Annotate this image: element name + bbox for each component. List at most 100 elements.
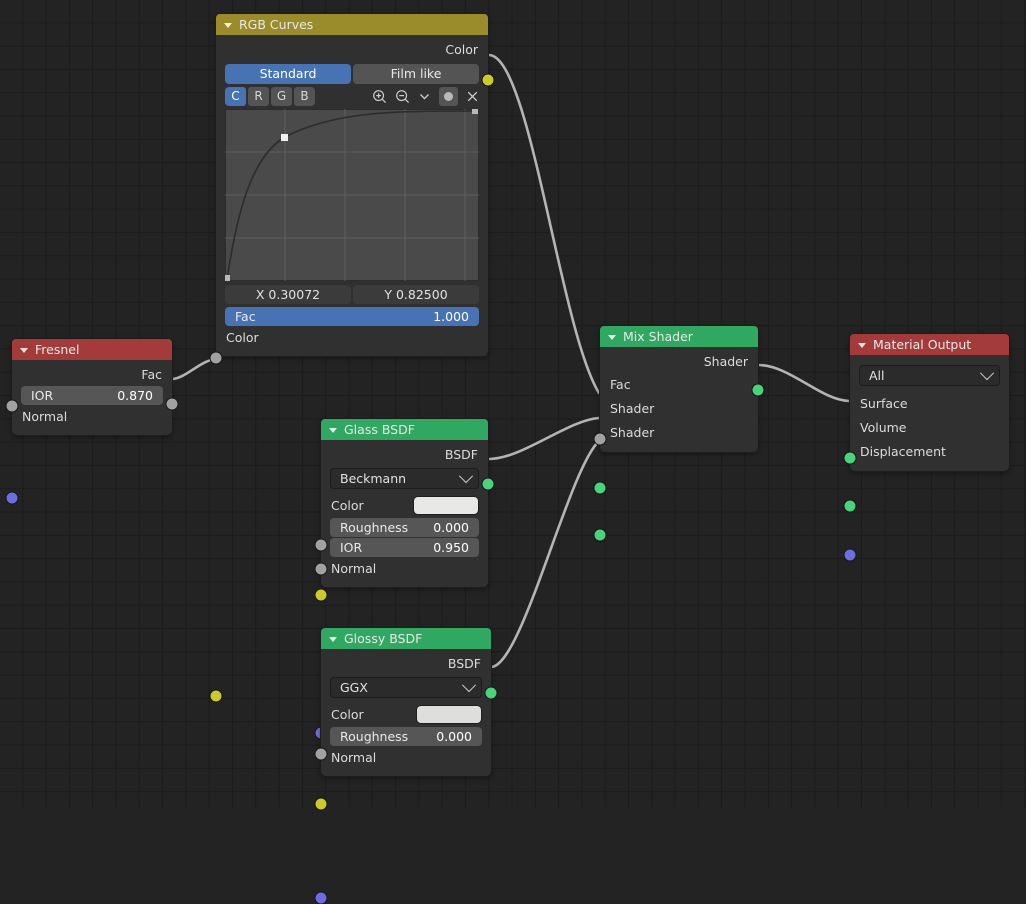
chevron-down-icon[interactable] [418,90,431,103]
node-material-output[interactable]: Material Output All Surface Volume Displ… [844,334,1009,561]
input-field-fac[interactable]: Fac 1.000 [210,307,479,364]
input-label-color: Color [331,707,364,722]
curve-point-y[interactable]: Y 0.82500 [353,285,479,304]
input-socket-roughness[interactable] [315,539,327,551]
reset-curve-icon[interactable] [466,90,479,103]
clipping-icon[interactable] [439,87,458,106]
output-socket-bsdf[interactable] [482,478,494,490]
input-label-normal: Normal [22,409,68,424]
input-row-volume: Volume [844,415,1009,512]
distribution-dropdown[interactable]: Beckmann [330,468,479,489]
zoom-out-icon[interactable] [395,89,410,104]
input-label-shader-1: Shader [610,400,655,416]
color-swatch[interactable] [414,497,478,514]
node-title: Mix Shader [623,329,693,344]
input-label-displacement: Displacement [860,443,946,459]
input-row-color: Color [315,494,488,601]
node-header-glass-bsdf[interactable]: Glass BSDF [321,419,488,440]
link-mix-to-material-output [756,363,851,403]
node-title: Fresnel [35,342,80,357]
input-socket-shader-2[interactable] [594,529,606,541]
node-body-fresnel: Fac IOR 0.870 Normal [6,360,178,504]
input-label-roughness: Roughness [340,729,409,744]
output-label-shader: Shader [703,354,748,369]
target-dropdown[interactable]: All [859,365,1000,386]
input-field-ior[interactable]: IOR 0.950 [315,538,479,575]
input-label-volume: Volume [860,419,907,435]
input-socket-normal[interactable] [6,492,18,504]
input-label-roughness: Roughness [340,520,409,535]
node-body-glass-bsdf: BSDF Beckmann Color Roughness 0.000 IOR … [315,440,494,739]
input-socket-normal[interactable] [315,892,327,904]
output-label-fac: Fac [141,367,162,382]
node-body-glossy-bsdf: BSDF GGX Color Roughness 0.000 Normal [315,649,497,904]
curve-toolbar: C R G B [225,87,479,106]
input-socket-color[interactable] [315,589,327,601]
node-header-material-output[interactable]: Material Output [850,334,1009,355]
input-row-normal: Normal [315,747,491,904]
input-value-ior: 0.950 [433,540,469,555]
channel-b[interactable]: B [294,87,315,106]
node-editor-canvas[interactable]: RGB Curves Color Standard Film like C R … [0,0,1026,904]
channel-r[interactable]: R [248,87,269,106]
input-socket-shader-1[interactable] [594,482,606,494]
curve-point-x[interactable]: X 0.30072 [225,285,351,304]
curve-point-coords[interactable]: X 0.30072 Y 0.82500 [225,285,479,304]
chevron-down-icon [458,468,474,483]
collapse-triangle-icon[interactable] [329,427,337,433]
input-socket-fac[interactable] [210,352,222,364]
collapse-triangle-icon[interactable] [20,347,28,353]
view-mode-standard[interactable]: Standard [225,64,351,84]
node-glass-bsdf[interactable]: Glass BSDF BSDF Beckmann Color Roughness… [315,419,494,739]
input-label-fac: Fac [610,376,631,392]
input-field-ior[interactable]: IOR 0.870 [6,386,163,412]
output-socket-color[interactable] [482,74,494,86]
node-mix-shader[interactable]: Mix Shader Shader Fac Shader Shader [594,326,764,541]
node-title: Material Output [873,337,972,352]
view-mode-toggle[interactable]: Standard Film like [225,64,479,84]
input-label-color: Color [226,330,259,345]
collapse-triangle-icon[interactable] [224,22,232,28]
collapse-triangle-icon[interactable] [608,334,616,340]
output-row-bsdf: BSDF [321,444,494,490]
channel-selector[interactable]: C R G B [225,87,315,106]
node-header-rgb-curves[interactable]: RGB Curves [216,14,488,35]
zoom-in-icon[interactable] [372,89,387,104]
node-header-fresnel[interactable]: Fresnel [12,339,172,360]
input-field-roughness[interactable]: Roughness 0.000 [315,727,482,760]
curve-mapping-widget[interactable] [225,109,479,281]
input-row-fac: Fac [594,372,758,445]
input-label-shader-2: Shader [610,424,655,440]
channel-g[interactable]: G [271,87,292,106]
node-rgb-curves[interactable]: RGB Curves Color Standard Film like C R … [210,14,494,702]
output-socket-bsdf[interactable] [485,687,497,699]
node-fresnel[interactable]: Fresnel Fac IOR 0.870 Normal [6,339,178,504]
output-row-bsdf: BSDF [321,653,497,699]
node-header-glossy-bsdf[interactable]: Glossy BSDF [321,628,491,649]
node-header-mix-shader[interactable]: Mix Shader [600,326,758,347]
input-label-ior: IOR [31,388,54,403]
channel-c[interactable]: C [225,87,246,106]
input-socket-color[interactable] [210,690,222,702]
input-row-surface: Surface [844,391,1009,464]
output-label-color: Color [445,42,478,57]
distribution-dropdown[interactable]: GGX [330,677,482,698]
link-glass-to-mix-shader1 [487,416,601,461]
link-fresnel-to-rgbcurves [170,357,219,381]
input-label-color: Color [331,498,364,513]
input-row-displacement: Displacement [844,439,1009,561]
collapse-triangle-icon[interactable] [858,342,866,348]
input-row-shader-2: Shader [594,420,758,541]
input-row-normal: Normal [6,406,172,504]
input-label-surface: Surface [860,395,908,411]
view-mode-film-like[interactable]: Film like [353,64,479,84]
input-field-roughness[interactable]: Roughness 0.000 [315,518,479,551]
collapse-triangle-icon[interactable] [329,636,337,642]
node-title: Glossy BSDF [344,631,423,646]
input-label-fac: Fac [235,309,256,324]
node-glossy-bsdf[interactable]: Glossy BSDF BSDF GGX Color Roughness 0.0… [315,628,497,904]
input-socket-volume[interactable] [844,500,856,512]
output-row-shader: Shader [600,351,764,396]
input-socket-displacement[interactable] [844,549,856,561]
color-swatch[interactable] [417,706,481,723]
